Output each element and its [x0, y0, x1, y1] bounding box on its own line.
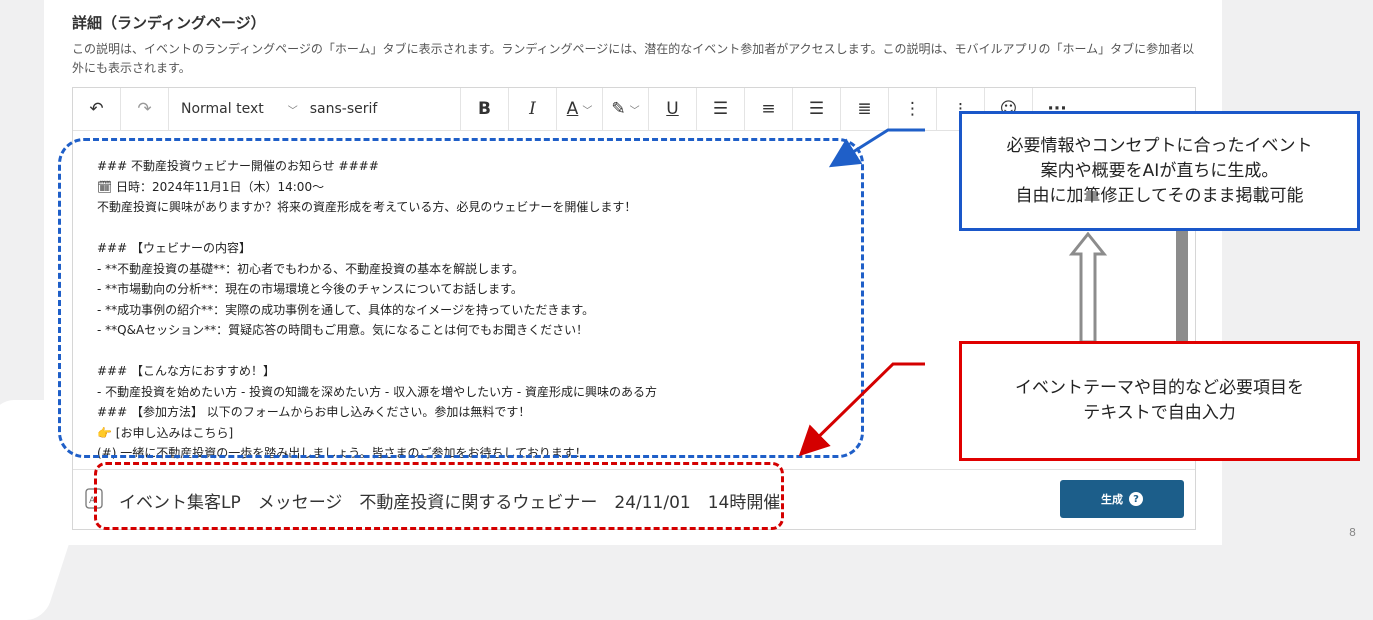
blue-arrow — [828, 128, 925, 168]
red-arrow — [798, 362, 925, 457]
page-number: 8 — [1349, 526, 1356, 539]
annotation-arrows — [798, 128, 925, 457]
